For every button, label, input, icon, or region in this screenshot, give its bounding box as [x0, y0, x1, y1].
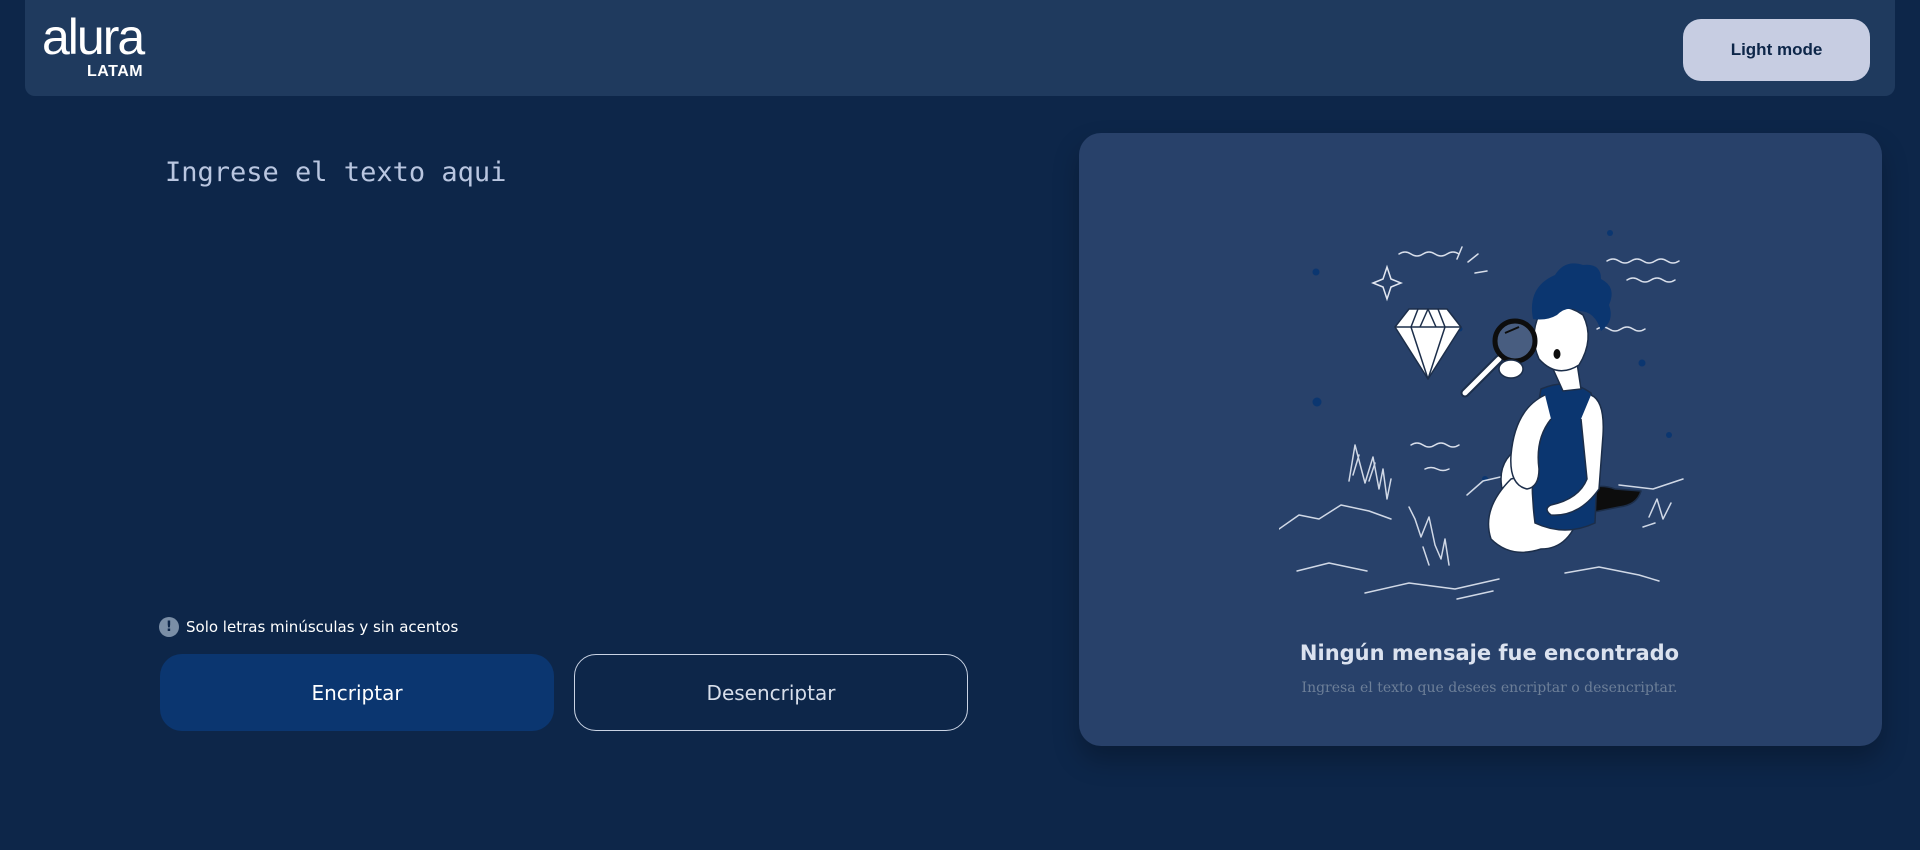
top-header: alura LATAM Light mode [25, 0, 1895, 96]
no-message-title: Ningún mensaje fue encontrado [1299, 641, 1680, 666]
light-mode-button[interactable]: Light mode [1683, 19, 1870, 81]
logo-wordmark: alura [42, 9, 145, 65]
input-hint: ! Solo letras minúsculas y sin acentos [159, 616, 458, 638]
message-input[interactable] [165, 155, 965, 575]
exclamation-icon: ! [159, 617, 179, 637]
decrypt-button[interactable]: Desencriptar [574, 654, 968, 731]
result-panel: Ningún mensaje fue encontrado Ingresa el… [1079, 133, 1882, 746]
person-magnifying-glass-diamond-illustration [1279, 230, 1684, 600]
no-message-subtitle: Ingresa el texto que desees encriptar o … [1301, 680, 1678, 696]
logo-region: LATAM [87, 63, 144, 80]
hint-text: Solo letras minúsculas y sin acentos [186, 618, 459, 636]
encrypt-button[interactable]: Encriptar [160, 654, 554, 731]
alura-latam-logo[interactable]: alura LATAM [42, 12, 152, 82]
